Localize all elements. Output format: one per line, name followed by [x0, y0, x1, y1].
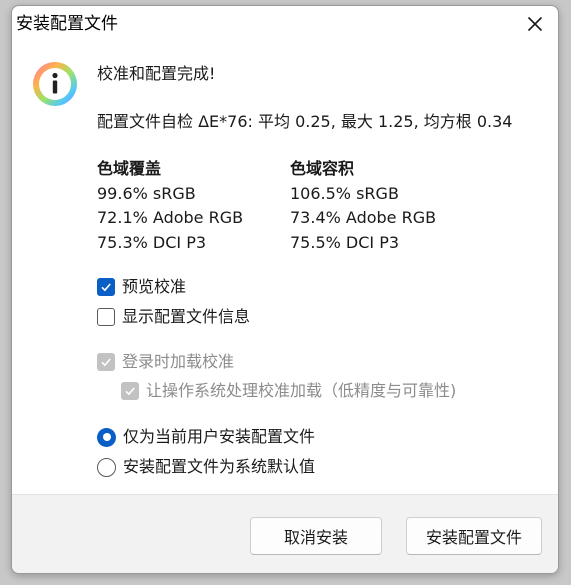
profile-self-check: 配置文件自检 ΔE*76: 平均 0.25, 最大 1.25, 均方根 0.34: [97, 112, 513, 131]
gamut-volume-row: 73.4% Adobe RGB: [290, 208, 437, 227]
info-icon: [33, 62, 77, 106]
preview-calibration-checkbox[interactable]: 预览校准: [97, 277, 186, 297]
gamut-coverage-heading: 色域覆盖: [97, 159, 162, 178]
gamut-coverage-row: 72.1% Adobe RGB: [97, 208, 244, 227]
cancel-install-button[interactable]: 取消安装: [250, 517, 382, 555]
gamut-coverage-row: 99.6% sRGB: [97, 183, 196, 203]
os-handles-loading-label: 让操作系统处理校准加载（低精度与可靠性): [146, 381, 457, 400]
close-button[interactable]: [518, 8, 552, 40]
show-profile-info-label: 显示配置文件信息: [122, 307, 251, 326]
show-profile-info-checkbox[interactable]: 显示配置文件信息: [97, 307, 250, 327]
load-on-login-checkbox[interactable]: 登录时加载校准: [97, 352, 234, 372]
install-system-default-radio[interactable]: 安装配置文件为系统默认值: [97, 457, 315, 477]
gamut-volume: 色域容积 106.5% sRGB 73.4% Adobe RGB 75.5% D…: [290, 157, 436, 255]
dialog-footer: 取消安装 安装配置文件: [12, 494, 558, 573]
gamut-volume-row: 75.5% DCI P3: [290, 232, 400, 252]
gamut-volume-heading: 色域容积: [290, 159, 355, 178]
checkbox-disabled-icon: [121, 382, 139, 400]
install-current-user-radio[interactable]: 仅为当前用户安装配置文件: [97, 427, 315, 447]
load-on-login-label: 登录时加载校准: [122, 352, 235, 371]
checkbox-disabled-icon: [97, 353, 115, 371]
gamut-coverage-row: 75.3% DCI P3: [97, 232, 207, 252]
radio-selected-icon: [97, 427, 116, 447]
install-system-default-label: 安装配置文件为系统默认值: [123, 457, 316, 476]
install-profile-dialog: 安装配置文件 校准和配置完成! 配置文件自检 ΔE*76: 平均 0.25, 最…: [11, 5, 559, 574]
gamut-volume-row: 106.5% sRGB: [290, 183, 399, 203]
install-profile-button[interactable]: 安装配置文件: [406, 517, 542, 555]
checkbox-checked-icon: [97, 278, 115, 296]
os-handles-loading-checkbox[interactable]: 让操作系统处理校准加载（低精度与可靠性): [121, 381, 456, 401]
install-current-user-label: 仅为当前用户安装配置文件: [123, 427, 316, 446]
close-icon: [527, 16, 543, 32]
window-title: 安装配置文件: [16, 14, 118, 34]
completion-heading: 校准和配置完成!: [97, 64, 216, 83]
preview-calibration-label: 预览校准: [122, 277, 187, 296]
checkbox-unchecked-icon: [97, 308, 115, 326]
gamut-coverage: 色域覆盖 99.6% sRGB 72.1% Adobe RGB 75.3% DC…: [97, 157, 243, 255]
radio-unselected-icon: [97, 457, 116, 477]
title-bar: 安装配置文件: [12, 6, 558, 42]
